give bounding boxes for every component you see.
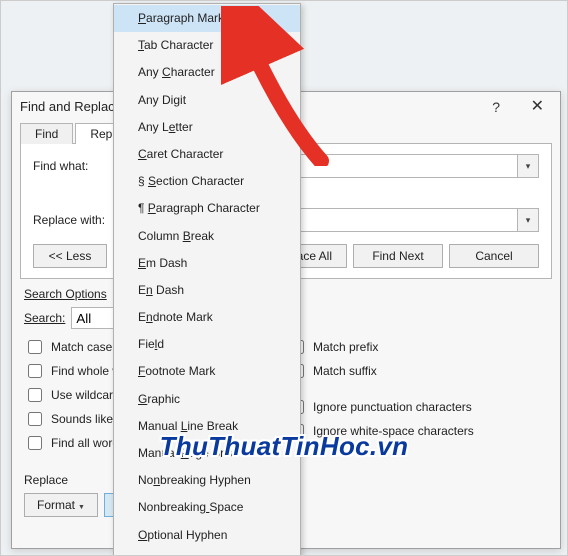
special-menu-item[interactable]: Endnote Mark bbox=[114, 304, 300, 331]
special-menu-item[interactable]: Nonbreaking Space bbox=[114, 494, 300, 521]
special-menu-item[interactable]: Footnote Mark bbox=[114, 358, 300, 385]
match-case-checkbox[interactable] bbox=[28, 340, 42, 354]
format-button[interactable]: Format▼ bbox=[24, 493, 98, 517]
chevron-down-icon: ▾ bbox=[526, 161, 531, 172]
search-direction-label: Search: bbox=[24, 311, 65, 325]
chevron-down-icon: ▼ bbox=[78, 504, 85, 511]
special-menu-item[interactable]: ¶ Paragraph Character bbox=[114, 195, 300, 222]
special-menu-item[interactable]: Caret Character bbox=[114, 141, 300, 168]
special-menu-item[interactable]: Field bbox=[114, 331, 300, 358]
help-button[interactable]: ? bbox=[482, 92, 510, 122]
special-menu-item[interactable]: Any Letter bbox=[114, 114, 300, 141]
replace-dropdown-button[interactable]: ▾ bbox=[517, 209, 538, 231]
whole-words-checkbox[interactable] bbox=[28, 364, 42, 378]
find-dropdown-button[interactable]: ▾ bbox=[517, 155, 538, 177]
word-forms-checkbox[interactable] bbox=[28, 436, 42, 450]
close-button[interactable]: ✕ bbox=[521, 92, 554, 122]
less-button[interactable]: << Less bbox=[33, 244, 107, 268]
special-menu-item[interactable]: Nonbreaking Hyphen bbox=[114, 467, 300, 494]
match-suffix-label: Match suffix bbox=[313, 364, 377, 378]
special-menu-item[interactable]: Graphic bbox=[114, 386, 300, 413]
special-menu-item[interactable]: Any Character bbox=[114, 59, 300, 86]
find-next-button[interactable]: Find Next bbox=[353, 244, 443, 268]
special-menu-item[interactable]: Any Digit bbox=[114, 87, 300, 114]
wildcards-checkbox[interactable] bbox=[28, 388, 42, 402]
special-menu-item[interactable]: En Dash bbox=[114, 277, 300, 304]
sounds-like-checkbox[interactable] bbox=[28, 412, 42, 426]
ignore-punct-label: Ignore punctuation characters bbox=[313, 400, 472, 414]
find-what-label: Find what: bbox=[33, 159, 113, 173]
dialog-title: Find and Replace bbox=[20, 99, 122, 114]
chevron-down-icon: ▾ bbox=[526, 215, 531, 226]
replace-with-label: Replace with: bbox=[33, 213, 113, 227]
match-prefix-label: Match prefix bbox=[313, 340, 378, 354]
special-menu-item[interactable]: Optional Hyphen bbox=[114, 522, 300, 549]
special-menu-item[interactable]: § Section Character bbox=[114, 168, 300, 195]
special-menu-item[interactable]: Section Break bbox=[114, 549, 300, 556]
special-menu-item[interactable]: Em Dash bbox=[114, 250, 300, 277]
special-menu-item[interactable]: Paragraph Mark bbox=[114, 5, 300, 32]
watermark: ThuThuatTinHoc.vn bbox=[160, 431, 409, 462]
special-menu-item[interactable]: Tab Character bbox=[114, 32, 300, 59]
tab-find[interactable]: Find bbox=[20, 123, 73, 144]
cancel-button[interactable]: Cancel bbox=[449, 244, 539, 268]
special-menu: Paragraph MarkTab CharacterAny Character… bbox=[113, 3, 301, 556]
special-menu-item[interactable]: Column Break bbox=[114, 223, 300, 250]
match-case-label: Match case bbox=[51, 340, 112, 354]
